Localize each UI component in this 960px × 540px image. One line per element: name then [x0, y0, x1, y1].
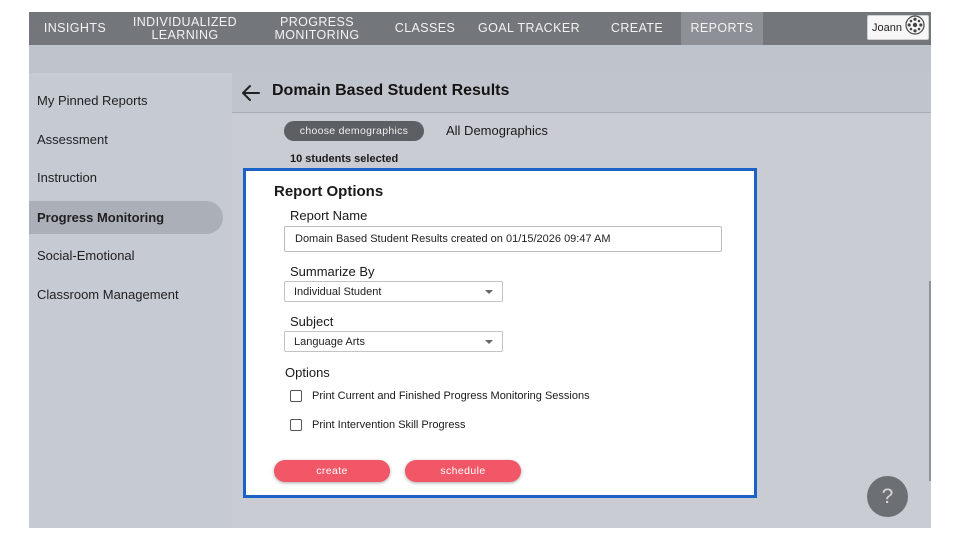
nav-tab-reports[interactable]: REPORTS [681, 12, 763, 45]
avatar-pattern-icon [905, 15, 925, 40]
print-sessions-label[interactable]: Print Current and Finished Progress Moni… [312, 390, 590, 402]
sub-toolbar [29, 45, 931, 73]
chevron-down-icon [485, 290, 493, 294]
options-label: Options [285, 365, 330, 380]
sidebar: My Pinned Reports Assessment Instruction… [29, 73, 232, 528]
help-button[interactable]: ? [867, 476, 908, 517]
report-options-title: Report Options [274, 183, 384, 200]
summarize-by-select[interactable]: Individual Student [284, 281, 503, 302]
arrow-left-icon[interactable] [240, 82, 262, 104]
nav-tab-create[interactable]: CREATE [593, 12, 681, 45]
print-skill-progress-label[interactable]: Print Intervention Skill Progress [312, 419, 465, 431]
subject-value: Language Arts [294, 335, 365, 348]
option-row-print-sessions: Print Current and Finished Progress Moni… [290, 390, 590, 402]
sidebar-item-progress-monitoring[interactable]: Progress Monitoring [29, 201, 223, 234]
subject-select[interactable]: Language Arts [284, 331, 503, 352]
students-selected-count: 10 students selected [290, 153, 399, 165]
create-button[interactable]: create [274, 460, 390, 482]
report-name-input[interactable] [284, 226, 722, 252]
print-sessions-checkbox[interactable] [290, 390, 302, 402]
schedule-button[interactable]: schedule [405, 460, 521, 482]
demographics-value: All Demographics [446, 123, 548, 138]
summarize-by-label: Summarize By [290, 264, 375, 279]
page-header: Domain Based Student Results [232, 73, 931, 113]
sidebar-item-assessment[interactable]: Assessment [29, 123, 223, 156]
user-name: Joann [872, 21, 902, 34]
sidebar-item-instruction[interactable]: Instruction [29, 161, 223, 194]
nav-tab-insights[interactable]: INSIGHTS [29, 12, 121, 45]
option-row-print-skill-progress: Print Intervention Skill Progress [290, 419, 465, 431]
sidebar-item-social-emotional[interactable]: Social-Emotional [29, 239, 223, 272]
subject-label: Subject [290, 314, 334, 329]
print-skill-progress-checkbox[interactable] [290, 419, 302, 431]
sidebar-item-classroom-management[interactable]: Classroom Management [29, 278, 223, 311]
top-nav: INSIGHTS INDIVIDUALIZED LEARNING PROGRES… [29, 12, 931, 45]
summarize-by-value: Individual Student [294, 285, 382, 298]
nav-tab-goal-tracker[interactable]: GOAL TRACKER [465, 12, 593, 45]
choose-demographics-button[interactable]: choose demographics [284, 121, 424, 141]
nav-tab-individualized-learning[interactable]: INDIVIDUALIZED LEARNING [121, 12, 249, 45]
scrollbar[interactable] [929, 281, 931, 481]
report-options-card: Report Options Report Name Summarize By … [243, 168, 757, 498]
page-title: Domain Based Student Results [272, 82, 510, 99]
chevron-down-icon [485, 340, 493, 344]
nav-tab-classes[interactable]: CLASSES [385, 12, 465, 45]
user-menu-button[interactable]: Joann [867, 15, 929, 40]
nav-tab-progress-monitoring[interactable]: PROGRESS MONITORING [249, 12, 385, 45]
report-name-label: Report Name [290, 208, 368, 223]
sidebar-item-my-pinned-reports[interactable]: My Pinned Reports [29, 84, 223, 117]
